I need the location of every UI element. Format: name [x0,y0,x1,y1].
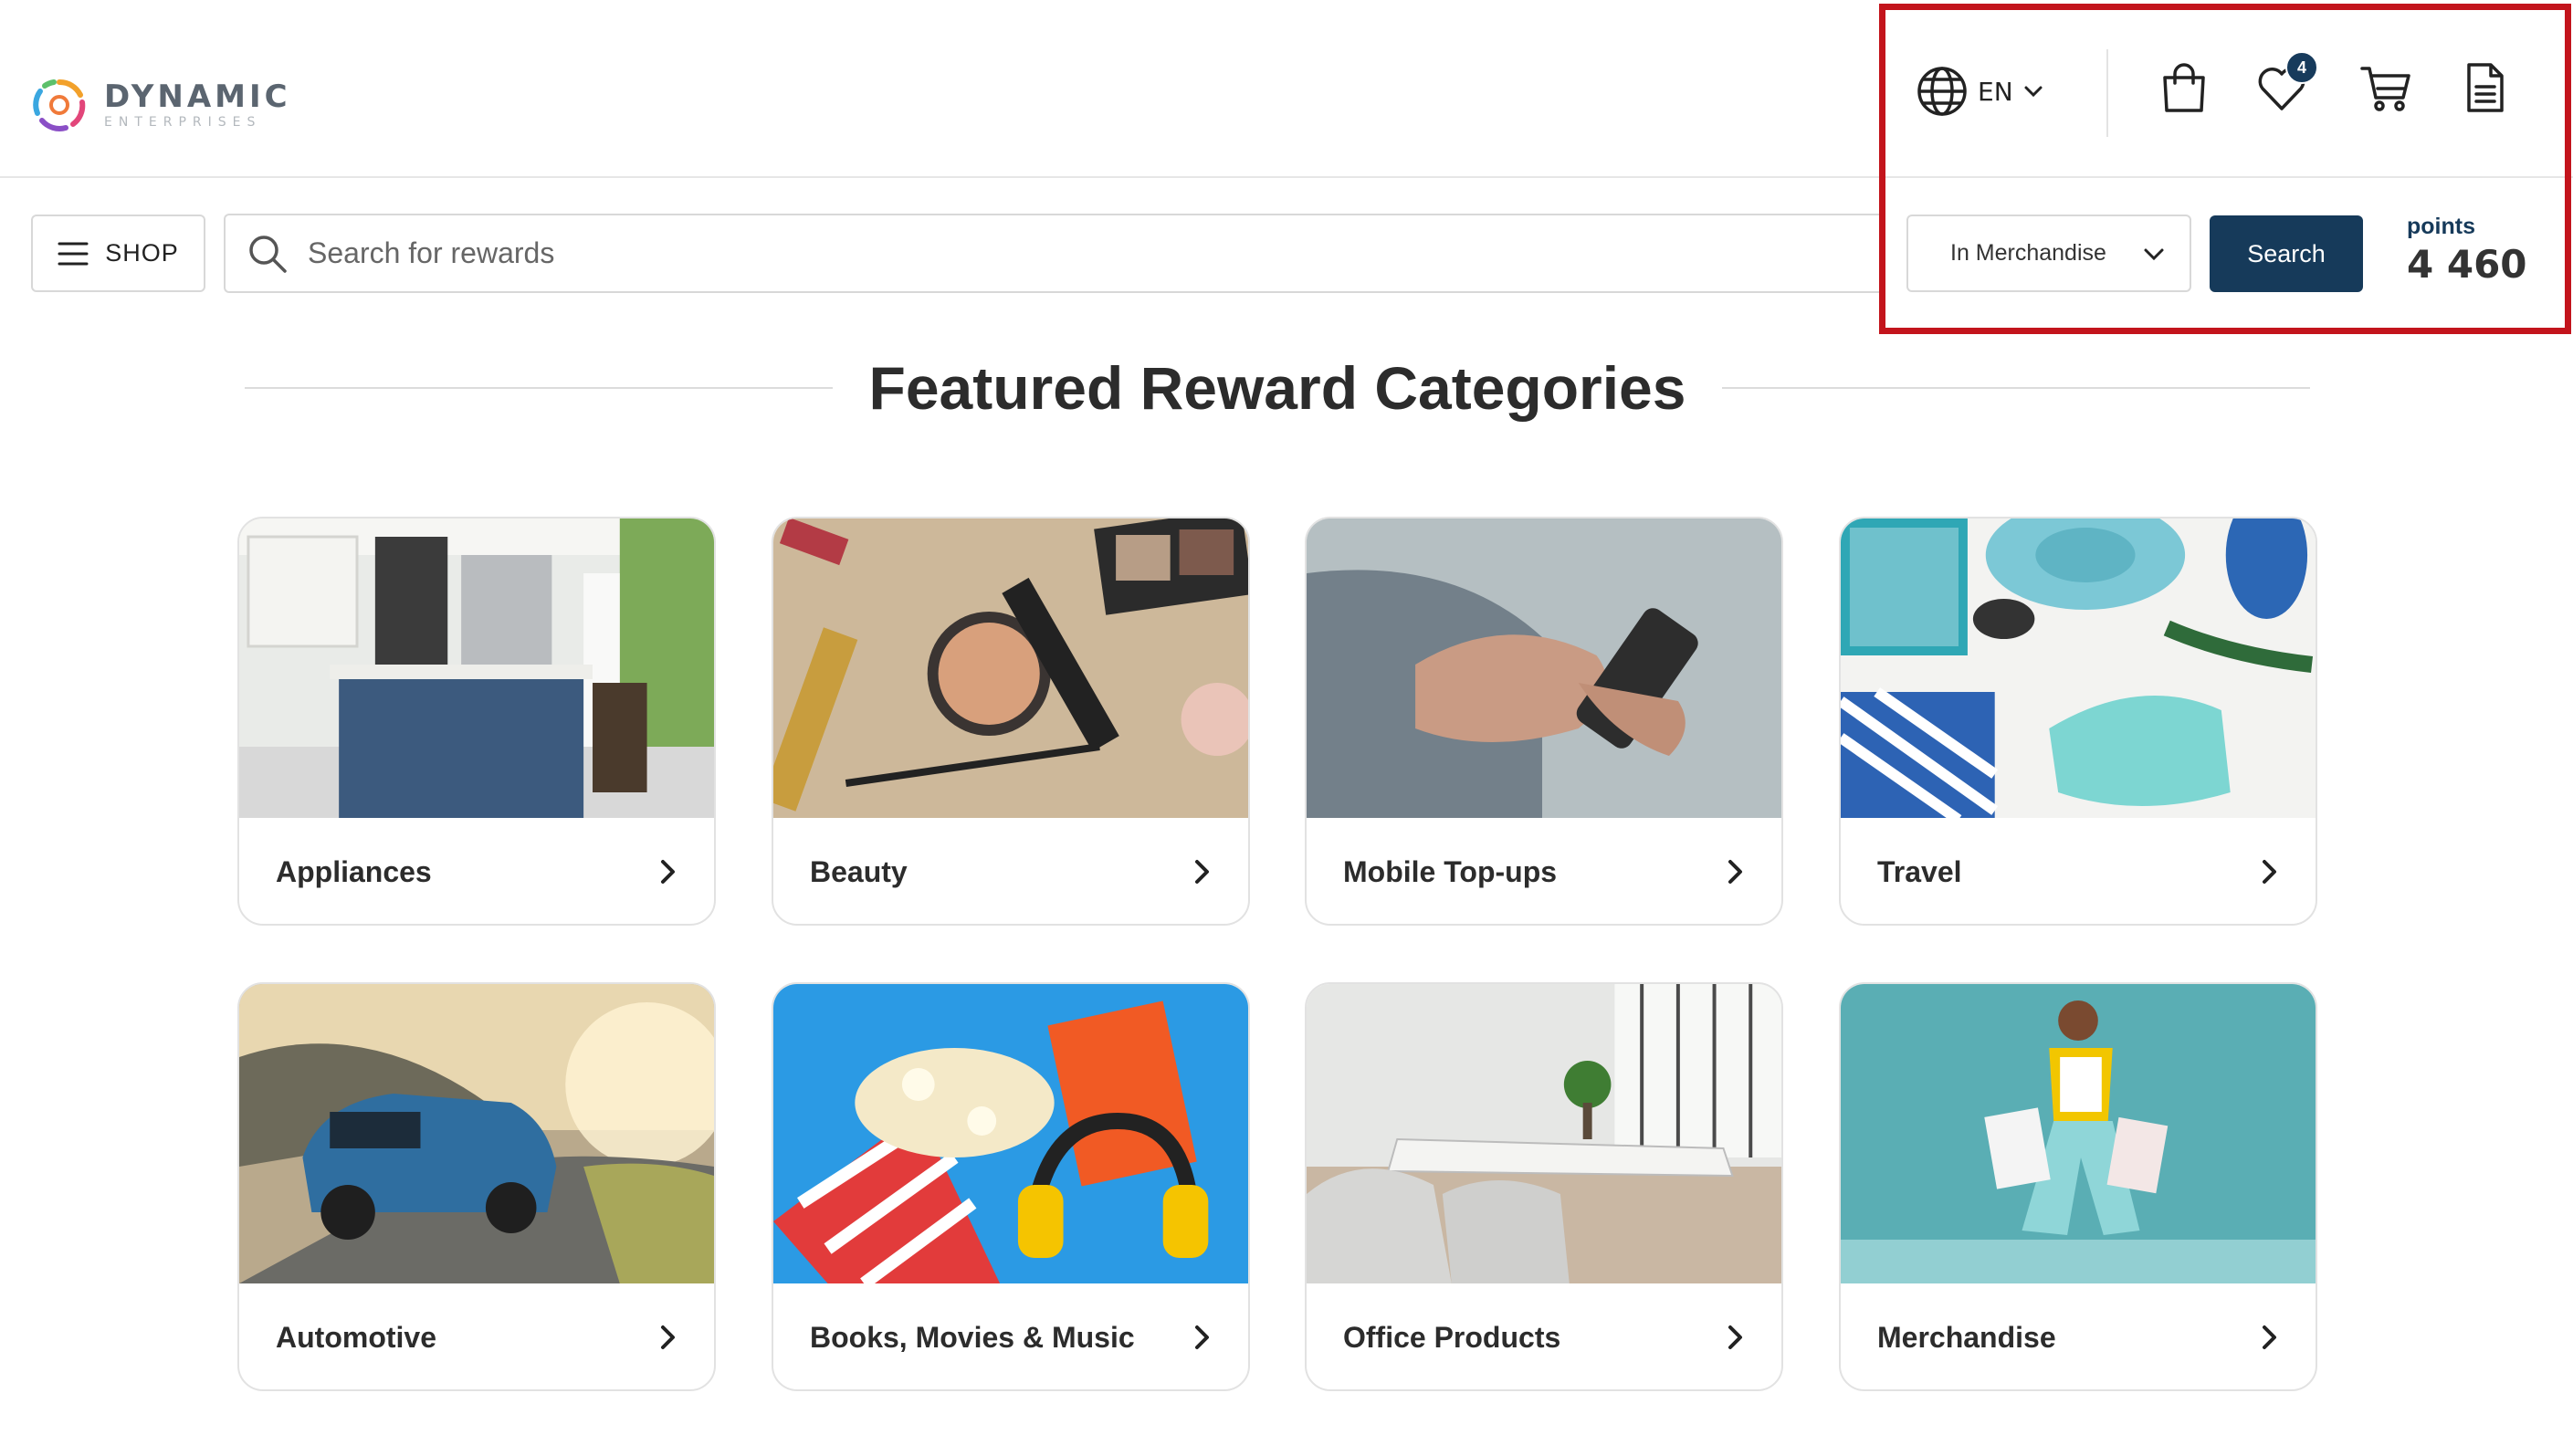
top-header: DYNAMIC ENTERPRISES EN 4 [0,0,2573,178]
points-label: points [2407,214,2475,239]
search-bar [224,214,1885,293]
cart-icon [2360,67,2410,111]
chevron-down-icon [2144,248,2164,260]
category-image-automotive [239,984,714,1283]
search-icon [249,235,287,273]
logo-title: DYNAMIC [104,79,291,115]
points-value: 4 460 [2407,242,2527,287]
chevron-right-icon [661,1325,675,1349]
section-header: Featured Reward Categories [245,347,2310,429]
category-label-books-movies-music: Books, Movies & Music [810,1320,1135,1354]
globe-icon [1917,67,1967,116]
shop-menu-button[interactable]: SHOP [31,215,205,292]
chevron-right-icon [1195,860,1209,884]
cart-button[interactable] [2357,58,2415,117]
category-label-appliances: Appliances [276,854,432,888]
category-card-travel[interactable]: Travel [1839,517,2317,926]
category-label-travel: Travel [1877,854,1962,888]
wishlist-button[interactable]: 4 [2253,51,2318,117]
category-label-automotive: Automotive [276,1320,436,1354]
category-card-automotive[interactable]: Automotive [237,982,716,1391]
category-label-mobile-topups: Mobile Top-ups [1343,854,1558,888]
search-input[interactable] [308,236,1769,270]
orders-document-icon [2467,63,2504,112]
category-card-beauty[interactable]: Beauty [772,517,1250,926]
category-image-office-products [1307,984,1781,1283]
category-image-travel [1841,519,2316,818]
category-label-beauty: Beauty [810,854,908,888]
points-balance: points 4 460 [2407,215,2527,284]
category-label-office-products: Office Products [1343,1320,1561,1354]
section-title: Featured Reward Categories [868,354,1686,422]
category-card-books-movies-music[interactable]: Books, Movies & Music [772,982,1250,1391]
logo-swirl-icon [33,79,86,131]
chevron-down-icon [2024,86,2043,98]
chevron-right-icon [1195,1325,1209,1349]
hamburger-menu-icon [58,242,89,265]
search-scope-dropdown[interactable]: In Merchandise [1906,215,2191,292]
chevron-right-icon [2263,1325,2276,1349]
category-card-merchandise[interactable]: Merchandise [1839,982,2317,1391]
category-image-mobile-topups [1307,519,1781,818]
section-divider-right [1722,387,2310,389]
chevron-right-icon [661,860,675,884]
wishlist-count-badge: 4 [2285,51,2318,84]
chevron-right-icon [1728,860,1742,884]
category-label-merchandise: Merchandise [1877,1320,2056,1354]
category-image-appliances [239,519,714,818]
orders-button[interactable] [2455,58,2514,117]
search-scope-label: In Merchandise [1950,240,2106,266]
brand-logo[interactable]: DYNAMIC ENTERPRISES [29,73,291,137]
search-button[interactable]: Search [2210,215,2363,292]
language-selector[interactable]: EN [1916,64,2044,119]
language-label: EN [1978,76,2013,107]
chevron-right-icon [2263,860,2276,884]
shopping-bag-button[interactable] [2155,58,2213,117]
shop-label: SHOP [105,239,179,267]
category-card-office-products[interactable]: Office Products [1305,982,1783,1391]
header-divider [2106,49,2108,137]
section-divider-left [245,387,833,389]
shopping-bag-icon [2163,63,2205,112]
logo-subtitle: ENTERPRISES [104,115,262,130]
chevron-right-icon [1728,1325,1742,1349]
category-image-merchandise [1841,984,2316,1283]
category-image-beauty [773,519,1248,818]
category-card-mobile-topups[interactable]: Mobile Top-ups [1305,517,1783,926]
category-card-appliances[interactable]: Appliances [237,517,716,926]
category-image-books-movies-music [773,984,1248,1283]
